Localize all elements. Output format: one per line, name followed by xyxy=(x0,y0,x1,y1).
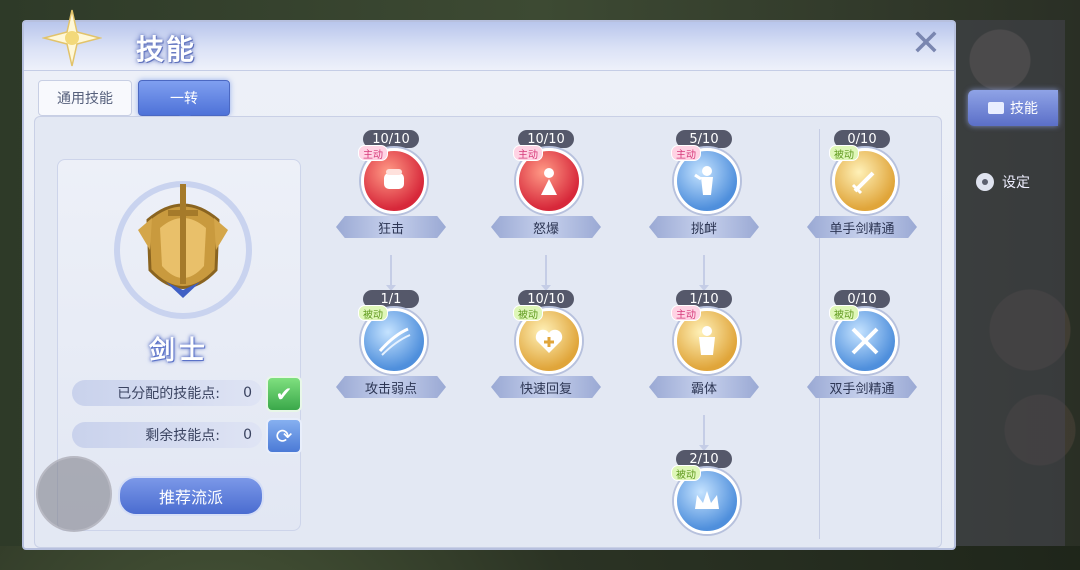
gear-icon xyxy=(976,173,994,191)
sword-shield-emblem-icon xyxy=(108,170,258,320)
confirm-points-button[interactable]: ✔ xyxy=(266,376,302,412)
sparkle-star-icon xyxy=(42,9,102,67)
checkmark-icon: ✔ xyxy=(275,382,293,406)
virtual-joystick[interactable] xyxy=(36,456,112,532)
skill-name: 怒爆 xyxy=(491,216,601,238)
skill-type-badge: 被动 xyxy=(513,305,543,321)
reset-points-button[interactable]: ⟳ xyxy=(266,418,302,454)
side-tab-settings-label: 设定 xyxy=(1002,175,1030,191)
skill-type-badge: 被动 xyxy=(829,305,859,321)
skill-type-badge: 被动 xyxy=(358,305,388,321)
side-tab-skill[interactable]: 技能 xyxy=(968,90,1058,126)
allocated-points-label: 已分配的技能点: xyxy=(117,386,220,402)
skill-type-badge: 主动 xyxy=(513,145,543,161)
skill-type-badge: 主动 xyxy=(671,305,701,321)
skill-node[interactable]: 2/10 被动 xyxy=(649,450,759,570)
connector-arrow xyxy=(386,255,396,291)
skill-name: 狂击 xyxy=(336,216,446,238)
skill-type-badge: 主动 xyxy=(671,145,701,161)
skill-node[interactable]: 5/10 主动 挑衅 xyxy=(649,130,759,250)
close-button[interactable]: ✕ xyxy=(908,26,944,62)
skill-name: 挑衅 xyxy=(649,216,759,238)
title-bar: 技能 ✕ xyxy=(24,9,954,71)
skill-type-badge: 主动 xyxy=(358,145,388,161)
allocated-points-value: 0 xyxy=(243,385,252,401)
skill-name: 霸体 xyxy=(649,376,759,398)
skill-content-area: 剑士 已分配的技能点: 0 ✔ 剩余技能点: 0 ⟳ 推荐流派 10/10 主动… xyxy=(34,116,942,548)
skill-window: 技能 ✕ 通用技能 一转 剑士 已分配的技能点: 0 ✔ 剩余技能点: 0 ⟳ … xyxy=(22,9,956,550)
skill-name: 单手剑精通 xyxy=(807,216,917,238)
skill-node[interactable]: 1/10 主动 霸体 xyxy=(649,290,759,410)
remaining-points-value: 0 xyxy=(243,427,252,443)
skill-type-badge: 被动 xyxy=(671,465,701,481)
skill-type-badge: 被动 xyxy=(829,145,859,161)
remaining-points-row: 剩余技能点: 0 xyxy=(72,422,262,448)
skill-node[interactable]: 0/10 被动 单手剑精通 xyxy=(807,130,917,250)
recommend-build-button[interactable]: 推荐流派 xyxy=(118,476,264,516)
skill-name: 攻击弱点 xyxy=(336,376,446,398)
connector-arrow xyxy=(699,415,709,451)
skill-book-icon xyxy=(988,102,1004,114)
skill-node[interactable]: 10/10 主动 怒爆 xyxy=(491,130,601,250)
tab-first-job[interactable]: 一转 xyxy=(138,80,230,121)
refresh-icon: ⟳ xyxy=(275,424,293,448)
close-x-icon: ✕ xyxy=(910,23,942,64)
skill-name: 双手剑精通 xyxy=(807,376,917,398)
side-tab-settings[interactable]: 设定 xyxy=(976,168,1056,196)
connector-arrow xyxy=(699,255,709,291)
skill-node[interactable]: 1/1 被动 攻击弱点 xyxy=(336,290,446,410)
skill-name: 快速回复 xyxy=(491,376,601,398)
skill-node[interactable]: 10/10 主动 狂击 xyxy=(336,130,446,250)
side-tab-skill-label: 技能 xyxy=(1010,101,1038,117)
skill-node[interactable]: 0/10 被动 双手剑精通 xyxy=(807,290,917,410)
class-name: 剑士 xyxy=(148,336,209,366)
skill-node[interactable]: 10/10 被动 快速回复 xyxy=(491,290,601,410)
allocated-points-row: 已分配的技能点: 0 xyxy=(72,380,262,406)
connector-arrow xyxy=(541,255,551,291)
remaining-points-label: 剩余技能点: xyxy=(145,428,220,444)
tab-general-skills[interactable]: 通用技能 xyxy=(38,80,132,116)
window-title: 技能 xyxy=(136,33,197,66)
